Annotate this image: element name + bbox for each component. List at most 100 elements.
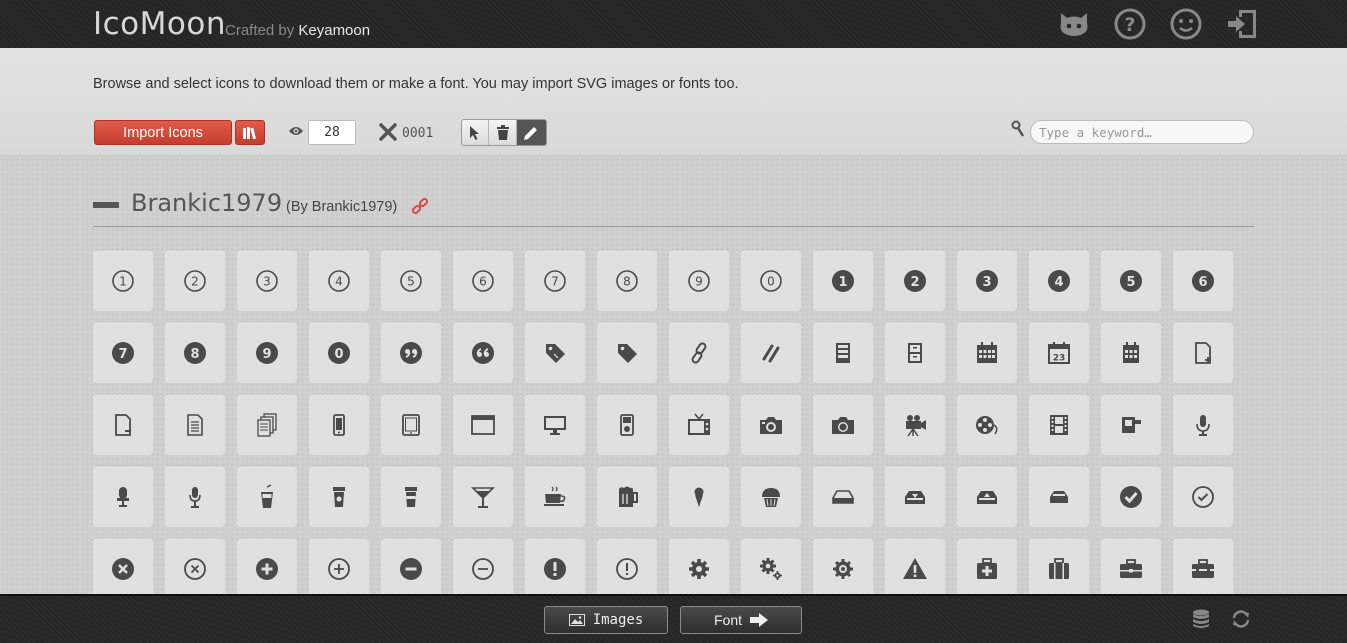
icon-tile[interactable] bbox=[1173, 323, 1233, 383]
icon-tile[interactable] bbox=[1173, 467, 1233, 527]
images-button[interactable]: Images bbox=[544, 606, 668, 634]
icon-tile[interactable] bbox=[453, 467, 513, 527]
icon-tile[interactable] bbox=[1029, 467, 1089, 527]
icon-tile[interactable] bbox=[165, 539, 225, 594]
icon-tile[interactable] bbox=[741, 467, 801, 527]
icon-tile[interactable]: 5 bbox=[1101, 251, 1161, 311]
icon-tile[interactable] bbox=[885, 539, 945, 594]
icon-tile[interactable] bbox=[957, 539, 1017, 594]
icon-tile[interactable] bbox=[741, 323, 801, 383]
icon-tile[interactable] bbox=[237, 467, 297, 527]
library-button[interactable] bbox=[235, 120, 265, 145]
icon-tile[interactable] bbox=[957, 395, 1017, 455]
icon-tile[interactable] bbox=[597, 467, 657, 527]
icon-tile[interactable] bbox=[669, 395, 729, 455]
icon-tile[interactable]: 2 bbox=[165, 251, 225, 311]
icon-tile[interactable] bbox=[1173, 539, 1233, 594]
icon-tile[interactable] bbox=[453, 395, 513, 455]
icon-tile[interactable] bbox=[525, 467, 585, 527]
icon-tile[interactable] bbox=[741, 395, 801, 455]
app-logo[interactable]: IcoMoon bbox=[93, 6, 226, 42]
icon-tile[interactable] bbox=[381, 539, 441, 594]
icon-tile[interactable] bbox=[813, 467, 873, 527]
icon-tile[interactable] bbox=[93, 395, 153, 455]
icon-tile[interactable] bbox=[597, 323, 657, 383]
smiley-icon[interactable] bbox=[1169, 7, 1203, 41]
signout-icon[interactable] bbox=[1225, 7, 1259, 41]
icon-tile[interactable] bbox=[813, 539, 873, 594]
icon-tile[interactable] bbox=[237, 539, 297, 594]
icon-tile[interactable] bbox=[309, 467, 369, 527]
icon-tile[interactable] bbox=[813, 323, 873, 383]
icon-tile[interactable] bbox=[453, 323, 513, 383]
icon-tile[interactable] bbox=[885, 467, 945, 527]
import-icons-button[interactable]: Import Icons bbox=[94, 120, 232, 145]
icon-tile[interactable]: 3 bbox=[237, 251, 297, 311]
icon-tile[interactable] bbox=[669, 539, 729, 594]
icon-tile[interactable] bbox=[1029, 539, 1089, 594]
icon-tile[interactable] bbox=[597, 395, 657, 455]
icon-tile[interactable]: 0 bbox=[309, 323, 369, 383]
icon-size-input[interactable] bbox=[308, 120, 356, 145]
icon-tile[interactable] bbox=[165, 467, 225, 527]
crafted-author-link[interactable]: Keyamoon bbox=[298, 22, 370, 39]
icon-tile[interactable] bbox=[885, 395, 945, 455]
icon-tile[interactable] bbox=[669, 467, 729, 527]
icon-tile[interactable]: 3 bbox=[957, 251, 1017, 311]
icon-tile[interactable]: 4 bbox=[309, 251, 369, 311]
icon-tile[interactable] bbox=[309, 539, 369, 594]
icon-tile[interactable] bbox=[669, 323, 729, 383]
icon-tile[interactable] bbox=[381, 467, 441, 527]
icon-tile[interactable]: 9 bbox=[237, 323, 297, 383]
icon-tile[interactable]: 23 bbox=[1029, 323, 1089, 383]
icon-tile[interactable] bbox=[1029, 395, 1089, 455]
icon-tile[interactable] bbox=[381, 395, 441, 455]
icon-tile[interactable]: 6 bbox=[1173, 251, 1233, 311]
icon-tile[interactable] bbox=[93, 539, 153, 594]
edit-mode-button[interactable] bbox=[516, 120, 546, 145]
icon-tile[interactable]: 0 bbox=[741, 251, 801, 311]
icon-tile[interactable]: 1 bbox=[813, 251, 873, 311]
icon-tile[interactable]: 7 bbox=[525, 251, 585, 311]
icon-tile[interactable] bbox=[1101, 539, 1161, 594]
icon-tile[interactable]: 1 bbox=[93, 251, 153, 311]
help-icon[interactable]: ? bbox=[1113, 7, 1147, 41]
deselect-all-icon[interactable] bbox=[378, 122, 398, 142]
icon-tile[interactable] bbox=[525, 395, 585, 455]
icon-tile[interactable] bbox=[165, 395, 225, 455]
select-mode-button[interactable] bbox=[462, 120, 490, 145]
search-input[interactable] bbox=[1030, 120, 1254, 144]
icon-tile[interactable] bbox=[237, 395, 297, 455]
icon-tile[interactable] bbox=[597, 539, 657, 594]
icon-tile[interactable] bbox=[885, 323, 945, 383]
icon-tile[interactable]: 8 bbox=[597, 251, 657, 311]
icon-tile[interactable] bbox=[1173, 395, 1233, 455]
font-button[interactable]: Font bbox=[680, 606, 802, 634]
refresh-icon[interactable] bbox=[1230, 608, 1252, 630]
icon-tile[interactable]: 5 bbox=[381, 251, 441, 311]
icon-tile[interactable] bbox=[525, 539, 585, 594]
github-icon[interactable] bbox=[1057, 7, 1091, 41]
icon-tile[interactable] bbox=[957, 323, 1017, 383]
icon-tile[interactable] bbox=[309, 395, 369, 455]
icon-tile[interactable] bbox=[93, 467, 153, 527]
icon-tile[interactable] bbox=[453, 539, 513, 594]
delete-mode-button[interactable] bbox=[489, 120, 517, 145]
icon-tile[interactable] bbox=[957, 467, 1017, 527]
icon-tile[interactable] bbox=[1101, 395, 1161, 455]
icon-tile[interactable]: 8 bbox=[165, 323, 225, 383]
icon-tile[interactable]: 7 bbox=[93, 323, 153, 383]
icon-tile[interactable]: 4 bbox=[1029, 251, 1089, 311]
icon-tile[interactable] bbox=[1101, 467, 1161, 527]
icon-tile[interactable] bbox=[1101, 323, 1161, 383]
icon-tile[interactable] bbox=[741, 539, 801, 594]
icon-tile[interactable] bbox=[525, 323, 585, 383]
icon-tile[interactable]: 6 bbox=[453, 251, 513, 311]
collapse-set-button[interactable] bbox=[93, 202, 119, 208]
icon-tile[interactable] bbox=[381, 323, 441, 383]
icon-tile[interactable]: 9 bbox=[669, 251, 729, 311]
link-icon[interactable] bbox=[411, 198, 429, 216]
icon-tile[interactable]: 2 bbox=[885, 251, 945, 311]
icon-tile[interactable] bbox=[813, 395, 873, 455]
database-icon[interactable] bbox=[1190, 608, 1212, 630]
